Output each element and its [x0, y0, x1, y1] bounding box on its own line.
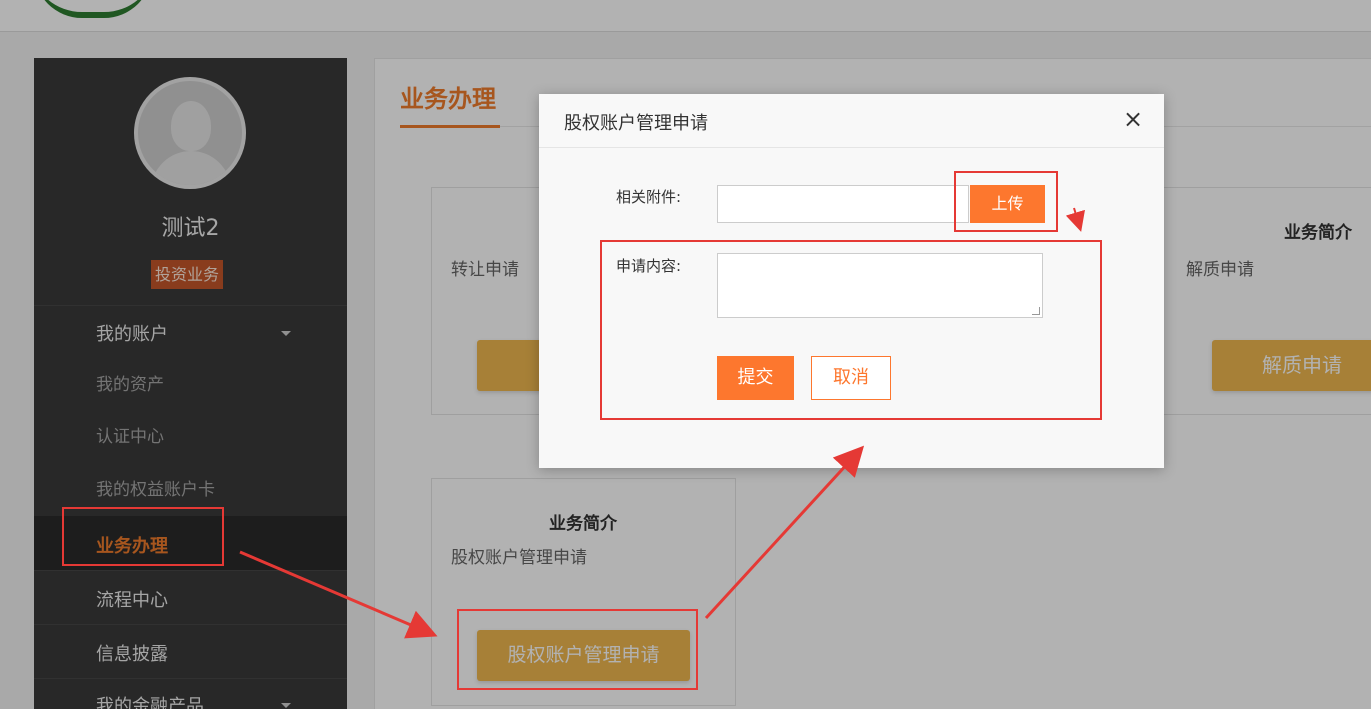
close-icon[interactable]: ×: [1122, 107, 1144, 131]
attachment-field[interactable]: [717, 185, 969, 223]
annotation-box-equity-button: [457, 609, 698, 690]
annotation-box-form: [600, 240, 1102, 420]
dialog-header: 股权账户管理申请 ×: [539, 94, 1164, 148]
annotation-box-business: [62, 507, 224, 566]
annotation-box-upload: [954, 171, 1058, 232]
attachment-label: 相关附件:: [616, 188, 682, 206]
dialog-title: 股权账户管理申请: [564, 113, 708, 134]
